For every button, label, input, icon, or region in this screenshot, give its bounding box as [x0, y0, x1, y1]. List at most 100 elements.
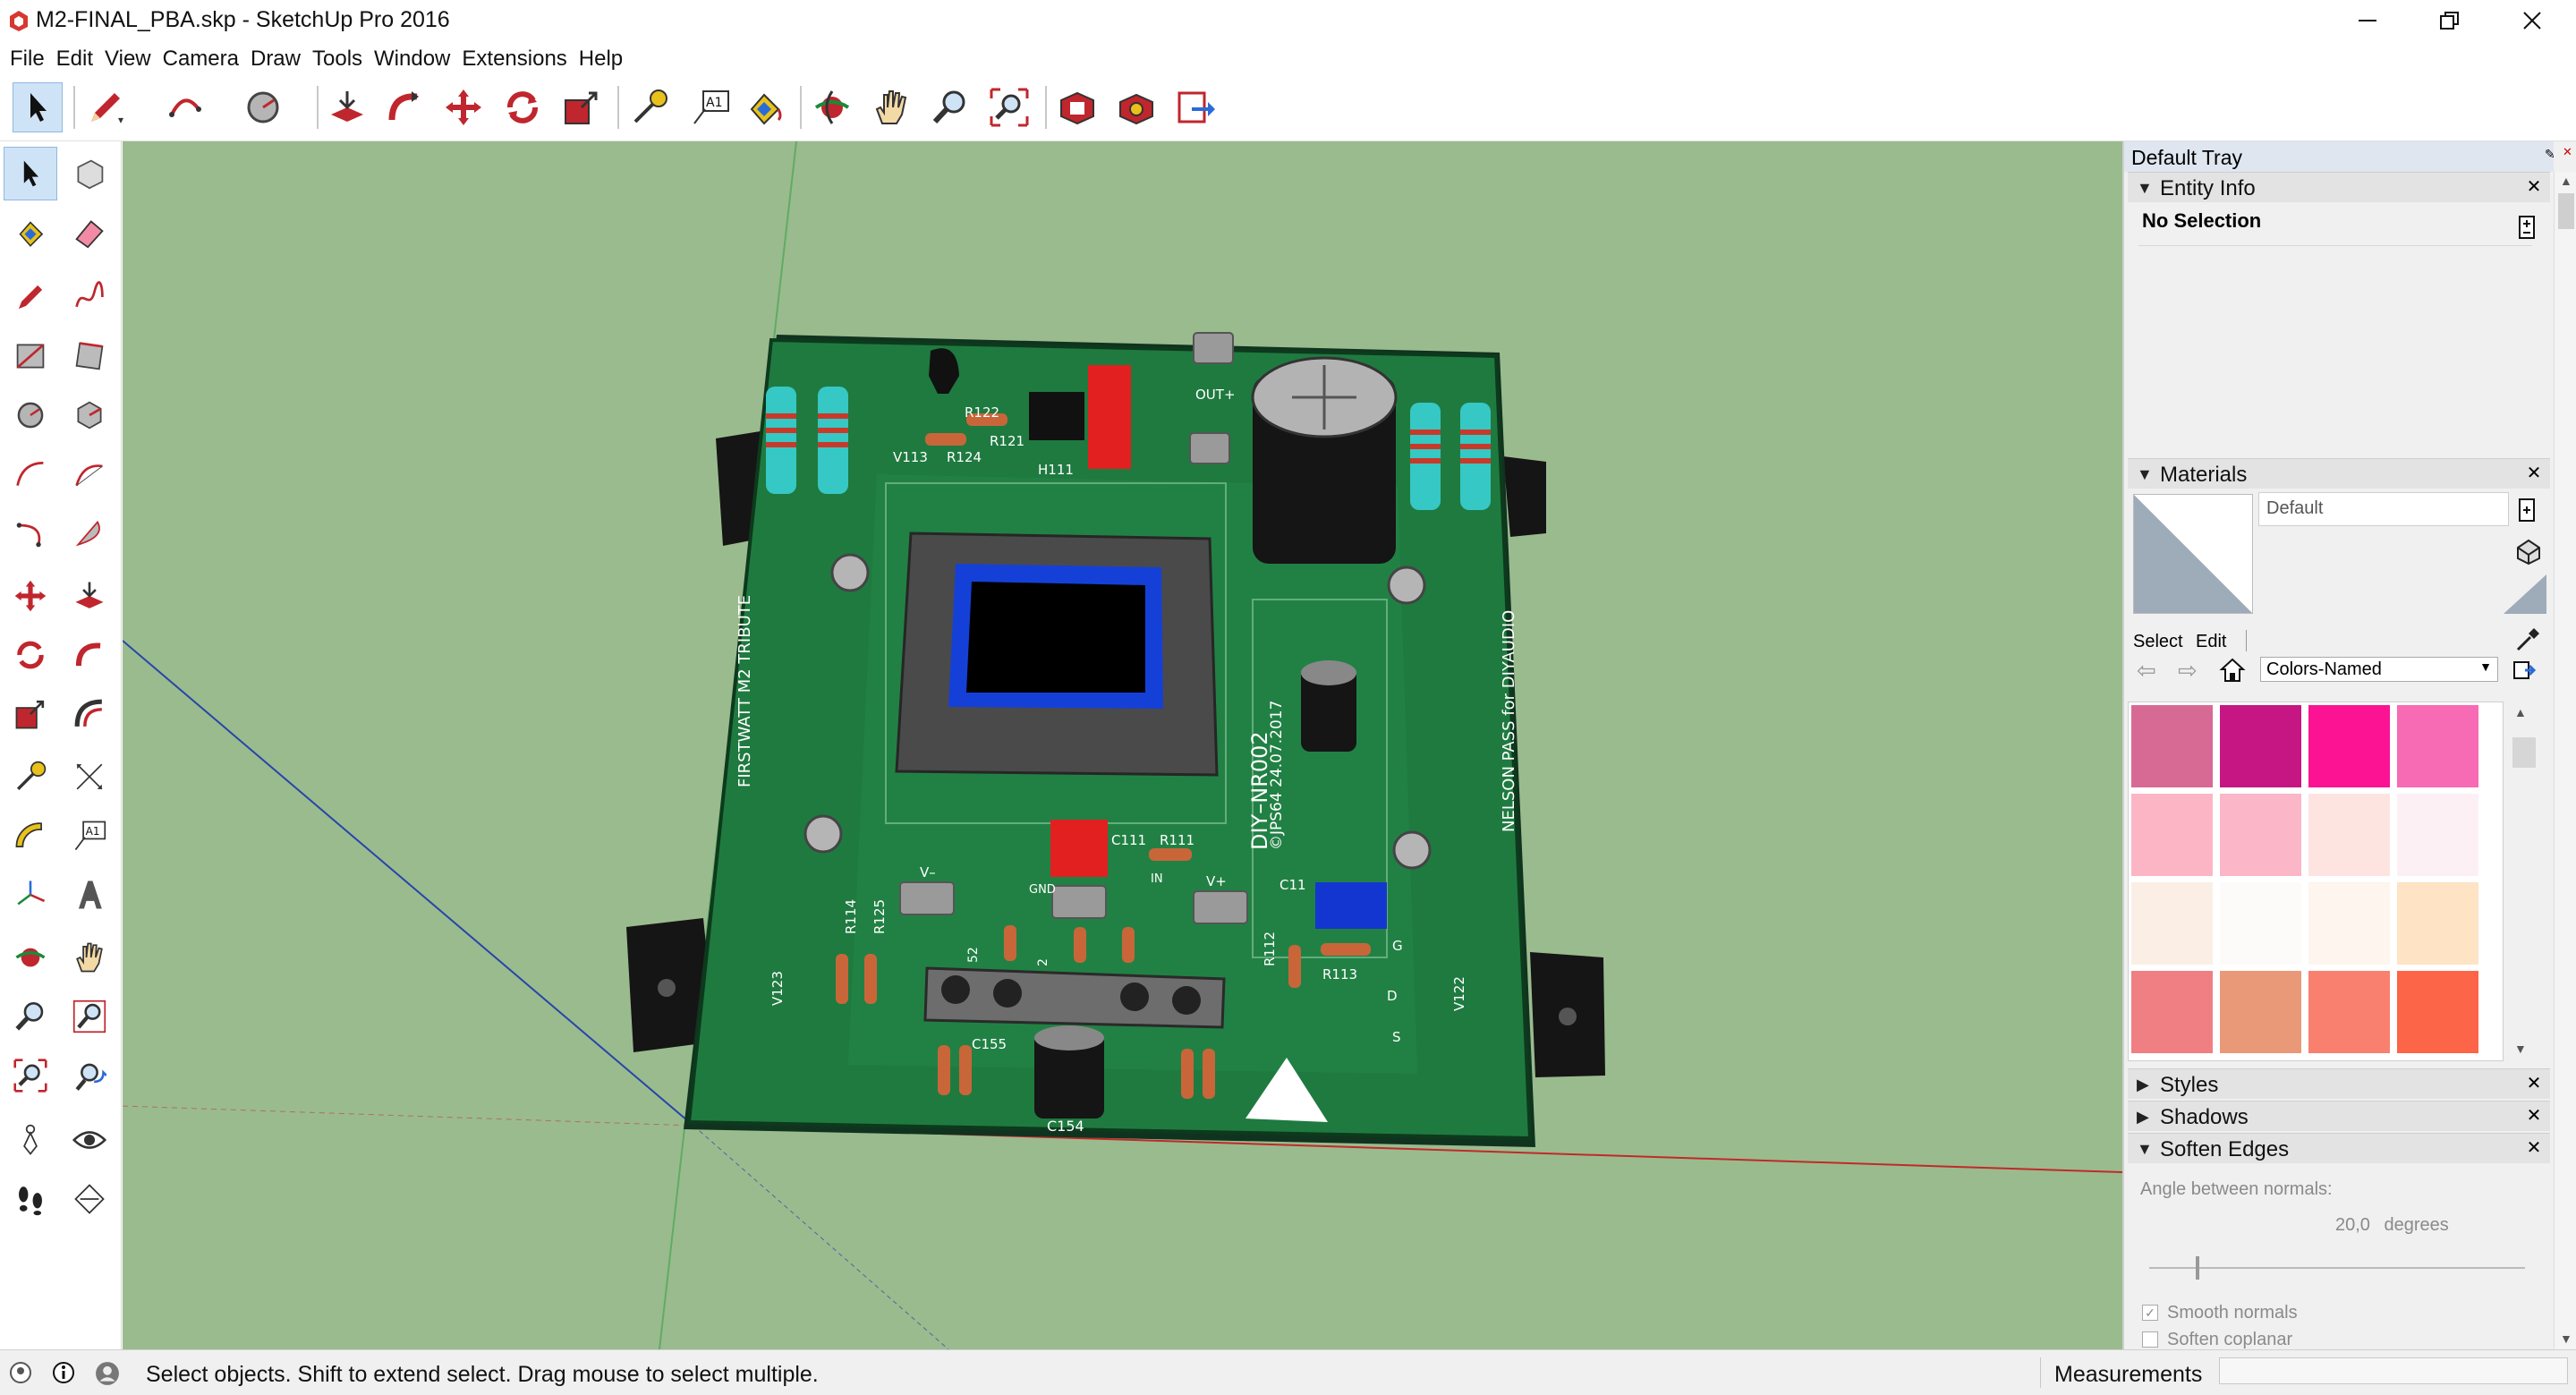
- send-to-layout-button[interactable]: [1170, 82, 1220, 132]
- follow-me-tool-button[interactable]: [379, 82, 429, 132]
- menu-edit[interactable]: Edit: [52, 43, 100, 73]
- tray-scrollbar-thumb[interactable]: [2558, 193, 2574, 229]
- material-swatch[interactable]: [2219, 881, 2302, 965]
- scale-tool-button[interactable]: [557, 82, 607, 132]
- close-panel-icon[interactable]: ✕: [2525, 464, 2543, 482]
- default-material-icon[interactable]: [2514, 537, 2543, 570]
- material-swatch[interactable]: [2308, 970, 2391, 1054]
- material-swatch[interactable]: [2396, 793, 2479, 877]
- material-swatch[interactable]: [2130, 704, 2214, 788]
- make-component-tool[interactable]: [63, 147, 116, 200]
- panel-shadows-header[interactable]: ▶ Shadows ✕: [2128, 1101, 2550, 1131]
- menu-extensions[interactable]: Extensions: [457, 43, 574, 73]
- pan-tool[interactable]: [63, 931, 116, 984]
- rectangle-tool[interactable]: [4, 329, 57, 383]
- pan-tool-button[interactable]: [866, 82, 916, 132]
- move-tool-button[interactable]: [438, 82, 489, 132]
- scale-tool[interactable]: [4, 687, 57, 741]
- extension-warehouse-button[interactable]: [1111, 82, 1161, 132]
- text-tool[interactable]: A1: [63, 809, 116, 863]
- close-button[interactable]: [2491, 2, 2573, 39]
- menu-window[interactable]: Window: [370, 43, 457, 73]
- details-arrow-icon[interactable]: [2512, 659, 2537, 686]
- text-tool-button[interactable]: A1: [685, 82, 735, 132]
- close-panel-icon[interactable]: ✕: [2525, 178, 2543, 196]
- push-pull-tool-button[interactable]: [322, 82, 372, 132]
- offset-tool[interactable]: [63, 687, 116, 741]
- panel-styles-header[interactable]: ▶ Styles ✕: [2128, 1068, 2550, 1099]
- material-swatch[interactable]: [2308, 793, 2391, 877]
- geo-location-icon[interactable]: [9, 1361, 32, 1389]
- pin-icon[interactable]: ✎: [2545, 147, 2555, 162]
- user-account-icon[interactable]: [95, 1361, 120, 1391]
- zoom-extents-tool[interactable]: [4, 1049, 57, 1102]
- previous-view-tool[interactable]: [63, 1049, 116, 1102]
- measurements-input[interactable]: [2219, 1357, 2568, 1384]
- close-panel-icon[interactable]: ✕: [2525, 1107, 2543, 1125]
- orbit-tool[interactable]: [4, 931, 57, 984]
- zoom-tool-button[interactable]: [925, 82, 975, 132]
- menu-help[interactable]: Help: [574, 43, 630, 73]
- tape-measure-tool[interactable]: [4, 750, 57, 804]
- material-swatch[interactable]: [2130, 881, 2214, 965]
- paint-bucket-tool[interactable]: [4, 206, 57, 259]
- zoom-tool[interactable]: [4, 990, 57, 1043]
- material-swatch[interactable]: [2396, 704, 2479, 788]
- arc-tool-button[interactable]: [161, 82, 211, 132]
- rotated-rectangle-tool[interactable]: [63, 329, 116, 383]
- close-panel-icon[interactable]: ✕: [2525, 1139, 2543, 1157]
- details-toggle-icon[interactable]: [2518, 215, 2536, 240]
- smooth-normals-checkbox[interactable]: ✓: [2142, 1305, 2158, 1321]
- soften-coplanar-checkbox[interactable]: [2142, 1331, 2158, 1348]
- follow-me-tool[interactable]: [63, 628, 116, 682]
- 3-point-arc-tool[interactable]: [4, 506, 57, 560]
- circle-tool[interactable]: [4, 388, 57, 442]
- menu-camera[interactable]: Camera: [158, 43, 246, 73]
- line-tool-button[interactable]: ▾: [81, 82, 131, 132]
- paint-bucket-tool-button[interactable]: [739, 82, 789, 132]
- menu-draw[interactable]: Draw: [246, 43, 308, 73]
- angle-slider-track[interactable]: [2149, 1267, 2525, 1269]
- minimize-button[interactable]: [2326, 2, 2409, 39]
- materials-tab-select[interactable]: Select: [2133, 632, 2183, 652]
- sample-paint-icon[interactable]: [2514, 625, 2543, 658]
- look-around-tool[interactable]: [63, 1113, 116, 1167]
- tray-scrollbar[interactable]: ▲ ▼: [2554, 172, 2576, 1349]
- home-icon[interactable]: [2219, 657, 2246, 688]
- pcb-3d-model[interactable]: OUT+ R122 R121 V113 R124 H111 FIRSTWATT …: [123, 141, 2122, 1349]
- back-arrow-icon[interactable]: ⇦: [2137, 657, 2156, 685]
- arc-tool[interactable]: [4, 447, 57, 501]
- menu-file[interactable]: File: [5, 43, 52, 73]
- protractor-tool[interactable]: [4, 809, 57, 863]
- material-swatch[interactable]: [2396, 970, 2479, 1054]
- push-pull-tool[interactable]: [63, 569, 116, 623]
- material-swatch[interactable]: [2219, 793, 2302, 877]
- eraser-tool[interactable]: [63, 206, 116, 259]
- axes-tool[interactable]: [4, 868, 57, 922]
- angle-slider-thumb[interactable]: [2196, 1256, 2199, 1280]
- menu-view[interactable]: View: [100, 43, 158, 73]
- zoom-window-tool[interactable]: [63, 990, 116, 1043]
- 3d-warehouse-button[interactable]: [1052, 82, 1102, 132]
- close-panel-icon[interactable]: ✕: [2525, 1075, 2543, 1093]
- menu-tools[interactable]: Tools: [308, 43, 370, 73]
- swatch-scrollbar[interactable]: ▲ ▼: [2511, 702, 2538, 1061]
- freehand-tool[interactable]: [63, 270, 116, 324]
- 2-point-arc-tool[interactable]: [63, 447, 116, 501]
- material-swatch[interactable]: [2308, 704, 2391, 788]
- modeling-viewport[interactable]: OUT+ R122 R121 V113 R124 H111 FIRSTWATT …: [123, 141, 2122, 1349]
- tray-close-icon[interactable]: ✕: [2563, 145, 2572, 159]
- material-swatch[interactable]: [2308, 881, 2391, 965]
- swatch-scrollbar-thumb[interactable]: [2512, 737, 2536, 768]
- panel-soften-edges-header[interactable]: ▼ Soften Edges ✕: [2128, 1133, 2550, 1163]
- material-swatch[interactable]: [2130, 793, 2214, 877]
- material-swatch[interactable]: [2219, 704, 2302, 788]
- panel-materials-header[interactable]: ▼ Materials ✕: [2128, 458, 2550, 489]
- position-camera-tool[interactable]: [4, 1113, 57, 1167]
- circle-tool-button[interactable]: [240, 82, 290, 132]
- orbit-tool-button[interactable]: [807, 82, 857, 132]
- material-library-select[interactable]: Colors-Named ▼: [2260, 657, 2498, 682]
- rotate-tool-button[interactable]: [497, 82, 548, 132]
- rotate-tool[interactable]: [4, 628, 57, 682]
- select-tool[interactable]: [4, 147, 57, 200]
